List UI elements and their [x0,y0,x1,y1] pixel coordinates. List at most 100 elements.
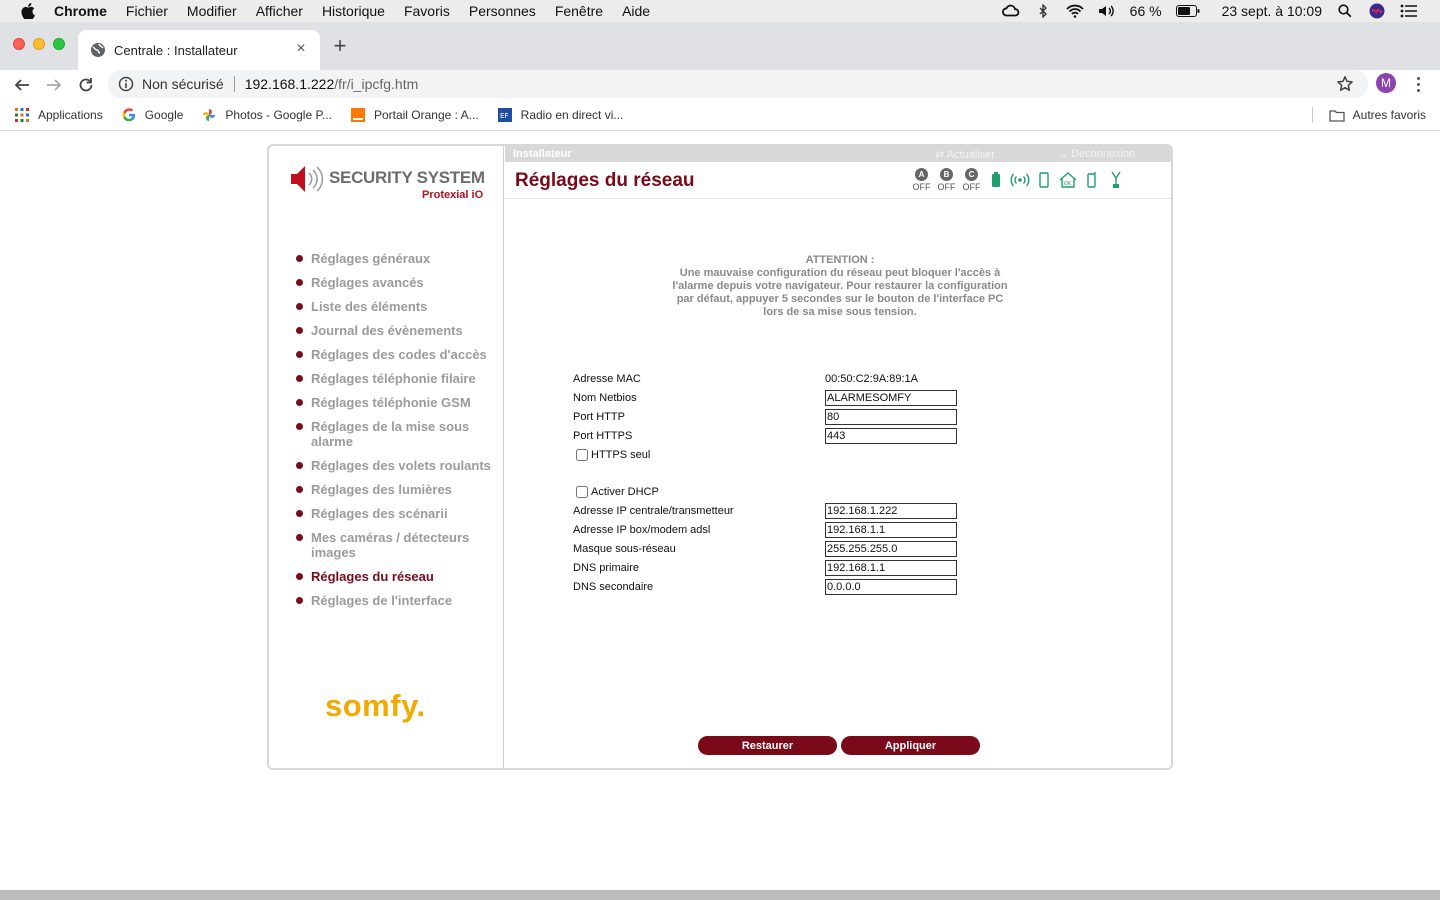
ip-input[interactable] [825,503,957,519]
bookmark-star-icon[interactable] [1336,75,1354,93]
battery-icon[interactable] [1175,4,1200,18]
volume-icon[interactable] [1098,4,1116,18]
clock[interactable]: 23 sept. à 10:09 [1222,3,1322,19]
menu-item-reseau[interactable]: Réglages du réseau [293,569,503,584]
dns-secondary-input[interactable] [825,579,957,595]
menu-item-mise-sous-alarme[interactable]: Réglages de la mise sous alarme [293,419,503,449]
network-warning: ATTENTION : Une mauvaise configuration d… [670,254,1010,319]
bookmark-applications[interactable]: Applications [14,107,103,123]
apple-icon[interactable] [20,3,36,19]
menu-fenetre[interactable]: Fenêtre [555,3,603,19]
menu-item-codes-acces[interactable]: Réglages des codes d'accès [293,347,503,362]
browser-tab-strip: Centrale : Installateur × + [0,22,1440,70]
zone-letter: C [965,168,978,181]
info-icon[interactable] [118,76,134,92]
wifi-icon[interactable] [1066,4,1084,18]
bookmark-photos[interactable]: Photos - Google P... [201,107,332,123]
menu-fichier[interactable]: Fichier [126,3,168,19]
mac-label: Adresse MAC [573,373,641,385]
gateway-label: Adresse IP box/modem adsl [573,524,711,536]
dns-primary-input[interactable] [825,560,957,576]
profile-avatar[interactable]: M [1376,73,1396,93]
zone-a-status: A OFF [911,168,932,192]
bookmark-google[interactable]: Google [121,107,183,123]
http-port-input[interactable] [825,409,957,425]
bookmark-radio[interactable]: EF Radio en direct vi... [497,107,623,123]
menu-afficher[interactable]: Afficher [256,3,303,19]
bookmark-label: Applications [38,107,103,122]
other-bookmarks[interactable]: Autres favoris [1328,99,1426,131]
notification-center-icon[interactable] [1400,4,1418,18]
zone-letter: A [915,168,928,181]
menu-historique[interactable]: Historique [322,3,385,19]
menu-item-telephonie-gsm[interactable]: Réglages téléphonie GSM [293,395,503,410]
siri-icon[interactable] [1368,3,1386,19]
gateway-input[interactable] [825,522,957,538]
subnet-mask-label: Masque sous-réseau [573,543,676,555]
menu-favoris[interactable]: Favoris [404,3,450,19]
browser-toolbar: Non sécurisé 192.168.1.222/fr/i_ipcfg.ht… [0,70,1440,99]
logout-arrow-icon: → [1057,148,1072,160]
menu-item-telephonie-filaire[interactable]: Réglages téléphonie filaire [293,371,503,386]
menu-item-lumieres[interactable]: Réglages des lumières [293,482,503,497]
https-only-label: HTTPS seul [591,449,651,461]
more-menu-icon[interactable] [1410,73,1426,95]
tab-close-icon[interactable]: × [294,41,308,57]
spotlight-search-icon[interactable] [1336,4,1354,18]
status-icons: A OFF B OFF C OFF OK [911,168,1126,196]
battery-percent: 66 % [1129,3,1162,19]
zone-letter: B [940,168,953,181]
google-icon [121,107,137,123]
menu-item-volets-roulants[interactable]: Réglages des volets roulants [293,458,503,473]
creative-cloud-icon[interactable] [1001,4,1020,18]
web-page: SECURITY SYSTEM Protexial iO Réglages gé… [0,131,1440,890]
menu-item-scenarii[interactable]: Réglages des scénarii [293,506,503,521]
settings-menu: Réglages généraux Réglages avancés Liste… [293,251,503,617]
menu-item-interface[interactable]: Réglages de l'interface [293,593,503,608]
subnet-mask-input[interactable] [825,541,957,557]
https-port-label: Port HTTPS [573,430,633,442]
window-minimize-button[interactable] [33,38,45,50]
bookmark-label: Portail Orange : A... [373,107,479,122]
logout-link[interactable]: → Deconnexion [1057,148,1135,160]
reload-icon[interactable] [74,73,98,97]
netbios-label: Nom Netbios [573,392,637,404]
mac-row: Adresse MAC 00:50:C2:9A:89:1A [573,370,973,389]
zone-state: OFF [937,182,956,192]
menu-personnes[interactable]: Personnes [469,3,536,19]
zone-state: OFF [962,182,981,192]
menu-app-name[interactable]: Chrome [54,3,107,19]
title-divider [505,198,1171,199]
menu-item-cameras-detecteurs[interactable]: Mes caméras / détecteurs images [293,530,503,560]
radio-logo-icon: EF [497,107,513,123]
apply-button[interactable]: Appliquer [841,736,980,755]
menu-item-reglages-generaux[interactable]: Réglages généraux [293,251,503,266]
menu-item-reglages-avances[interactable]: Réglages avancés [293,275,503,290]
refresh-link[interactable]: ⇄ Actualiser [935,148,995,161]
https-port-input[interactable] [825,428,957,444]
window-maximize-button[interactable] [53,38,65,50]
dhcp-label: Activer DHCP [591,486,659,498]
menu-item-journal-evenements[interactable]: Journal des évènements [293,323,503,338]
macos-menu-bar: Chrome Fichier Modifier Afficher Histori… [0,0,1440,22]
forward-arrow-icon[interactable] [42,73,66,97]
home-ok-icon: OK [1058,168,1078,192]
bookmark-orange[interactable]: Portail Orange : A... [350,107,479,123]
menu-aide[interactable]: Aide [622,3,650,19]
new-tab-button[interactable]: + [330,35,350,57]
globe-icon [90,42,106,58]
dhcp-checkbox[interactable] [576,486,588,498]
bluetooth-icon[interactable] [1034,4,1052,18]
menu-modifier[interactable]: Modifier [187,3,237,19]
menu-item-liste-elements[interactable]: Liste des éléments [293,299,503,314]
brand-title: SECURITY SYSTEM [329,168,485,187]
restore-button[interactable]: Restaurer [698,736,837,755]
https-only-checkbox[interactable] [576,449,588,461]
address-bar[interactable]: Non sécurisé 192.168.1.222/fr/i_ipcfg.ht… [108,70,1368,98]
other-bookmarks-label: Autres favoris [1352,108,1426,122]
netbios-input[interactable] [825,390,957,406]
back-arrow-icon[interactable] [10,73,34,97]
browser-tab-active[interactable]: Centrale : Installateur × [78,30,320,70]
battery-status-icon [986,168,1006,192]
window-close-button[interactable] [13,38,25,50]
